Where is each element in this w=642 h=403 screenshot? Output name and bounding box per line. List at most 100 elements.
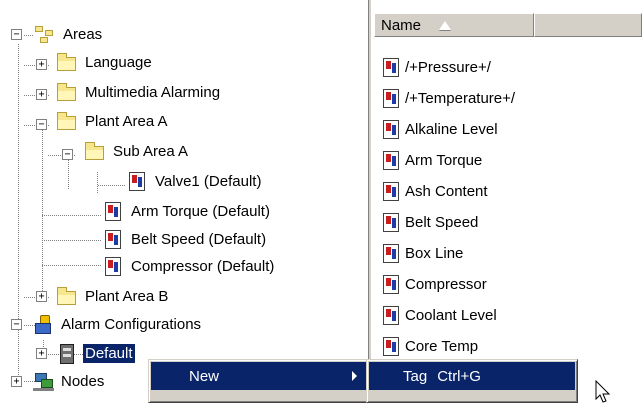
tree-item-label: Default bbox=[82, 343, 136, 364]
tree-item-label: Multimedia Alarming bbox=[85, 84, 221, 101]
list-view[interactable]: Name /+Pressure+/ /+Temperature+/ Alkali… bbox=[372, 0, 642, 403]
tree-line bbox=[24, 35, 34, 36]
tag-icon bbox=[102, 229, 124, 251]
tree-item-label: Arm Torque (Default) bbox=[131, 203, 270, 220]
tree-item-label: Nodes bbox=[61, 373, 105, 390]
tree-item-default[interactable]: Default bbox=[56, 338, 136, 369]
tree-item-label: Plant Area B bbox=[85, 288, 169, 305]
list-item-label: Ash Content bbox=[405, 183, 488, 200]
menu-item-new[interactable]: New bbox=[151, 362, 367, 390]
expand-plant-area-b-button[interactable]: + bbox=[36, 291, 47, 302]
tree-item-label: Plant Area A bbox=[85, 113, 168, 130]
tree-item-label: Belt Speed (Default) bbox=[131, 231, 267, 248]
menu-item-shortcut: Ctrl+G bbox=[437, 367, 481, 385]
submenu-arrow-icon bbox=[352, 371, 357, 381]
tree-item-label: Sub Area A bbox=[113, 143, 189, 160]
list-item[interactable]: Arm Torque bbox=[380, 145, 482, 176]
alarm-configuration-icon bbox=[32, 314, 54, 336]
expand-default-button[interactable]: + bbox=[36, 348, 47, 359]
tag-icon bbox=[380, 150, 402, 172]
list-item-label: Box Line bbox=[405, 245, 464, 262]
context-menu: New bbox=[148, 359, 370, 403]
folder-icon bbox=[56, 52, 78, 74]
tree-item-compressor[interactable]: Compressor (Default) bbox=[102, 251, 276, 282]
tag-icon bbox=[380, 274, 402, 296]
tree-line bbox=[68, 160, 69, 190]
tag-icon bbox=[380, 212, 402, 234]
default-configuration-icon bbox=[56, 343, 78, 365]
list-item-label: Arm Torque bbox=[405, 152, 483, 169]
tree-item-label: Compressor (Default) bbox=[131, 258, 275, 275]
list-item[interactable]: /+Temperature+/ bbox=[380, 83, 515, 114]
list-item[interactable]: Compressor bbox=[380, 269, 487, 300]
list-item[interactable]: Box Line bbox=[380, 238, 463, 269]
collapse-alarm-configurations-button[interactable]: − bbox=[11, 319, 22, 330]
expand-language-button[interactable]: + bbox=[36, 59, 47, 70]
tree-line bbox=[42, 265, 102, 266]
tree-item-multimedia-alarming[interactable]: Multimedia Alarming bbox=[56, 77, 222, 108]
list-item-label: Belt Speed bbox=[405, 214, 479, 231]
tree-view[interactable]: − Areas + Language + Multimedia Alarming… bbox=[0, 0, 368, 403]
tag-icon bbox=[380, 181, 402, 203]
areas-icon bbox=[34, 24, 56, 46]
submenu: Tag Ctrl+G bbox=[366, 359, 578, 403]
tree-line bbox=[42, 130, 43, 298]
tree-item-areas[interactable]: Areas bbox=[34, 19, 104, 50]
column-header-label: Name bbox=[381, 16, 422, 34]
tag-icon bbox=[380, 119, 402, 141]
list-item-label: Coolant Level bbox=[405, 307, 497, 324]
folder-icon bbox=[56, 286, 78, 308]
tree-item-alarm-configurations[interactable]: Alarm Configurations bbox=[32, 309, 203, 340]
tag-icon bbox=[380, 57, 402, 79]
tree-item-label: Language bbox=[85, 54, 152, 71]
collapse-sub-area-a-button[interactable]: − bbox=[62, 149, 73, 160]
list-item[interactable]: Alkaline Level bbox=[380, 114, 498, 145]
expand-nodes-button[interactable]: + bbox=[11, 376, 22, 387]
expand-multimedia-alarming-button[interactable]: + bbox=[36, 89, 47, 100]
tree-line bbox=[42, 215, 102, 216]
folder-open-icon bbox=[56, 111, 78, 133]
tag-icon bbox=[380, 305, 402, 327]
nodes-icon bbox=[32, 371, 54, 393]
list-item-label: /+Temperature+/ bbox=[405, 90, 516, 107]
collapse-areas-button[interactable]: − bbox=[11, 29, 22, 40]
name-column-header[interactable]: Name bbox=[374, 13, 534, 37]
list-item-label: Alkaline Level bbox=[405, 121, 498, 138]
tree-line bbox=[97, 172, 98, 194]
menu-item-label: Tag bbox=[403, 367, 428, 385]
tree-item-plant-area-b[interactable]: Plant Area B bbox=[56, 281, 170, 312]
tree-line bbox=[42, 240, 102, 241]
tag-icon bbox=[380, 88, 402, 110]
list-item[interactable]: Belt Speed bbox=[380, 207, 478, 238]
sort-ascending-icon bbox=[439, 20, 452, 30]
list-item[interactable]: Ash Content bbox=[380, 176, 488, 207]
tag-icon bbox=[102, 256, 124, 278]
folder-open-icon bbox=[84, 141, 106, 163]
list-item[interactable]: /+Pressure+/ bbox=[380, 52, 491, 83]
tree-item-language[interactable]: Language bbox=[56, 47, 154, 78]
list-item[interactable]: Core Temp bbox=[380, 331, 478, 362]
list-item[interactable]: Coolant Level bbox=[380, 300, 497, 331]
tree-item-label: Alarm Configurations bbox=[61, 316, 202, 333]
tree-item-label: Areas bbox=[63, 26, 103, 43]
list-item-label: Compressor bbox=[405, 276, 487, 293]
list-item-label: Core Temp bbox=[405, 338, 479, 355]
folder-icon bbox=[56, 82, 78, 104]
menu-item-tag[interactable]: Tag Ctrl+G bbox=[369, 362, 575, 390]
menu-item-label: New bbox=[189, 367, 220, 385]
tag-icon bbox=[126, 171, 148, 193]
tree-item-valve1[interactable]: Valve1 (Default) bbox=[126, 166, 263, 197]
mouse-pointer-icon bbox=[595, 380, 611, 403]
tag-icon bbox=[380, 243, 402, 265]
tree-item-sub-area-a[interactable]: Sub Area A bbox=[84, 136, 190, 167]
tree-line bbox=[98, 185, 126, 186]
collapse-plant-area-a-button[interactable]: − bbox=[36, 119, 47, 130]
column-header-filler bbox=[534, 13, 642, 37]
tag-icon bbox=[102, 201, 124, 223]
tree-item-nodes[interactable]: Nodes bbox=[32, 366, 106, 397]
list-item-label: /+Pressure+/ bbox=[405, 59, 491, 76]
tree-item-label: Valve1 (Default) bbox=[155, 173, 262, 190]
tree-item-plant-area-a[interactable]: Plant Area A bbox=[56, 106, 170, 137]
tree-item-arm-torque[interactable]: Arm Torque (Default) bbox=[102, 196, 272, 227]
tag-icon bbox=[380, 336, 402, 358]
